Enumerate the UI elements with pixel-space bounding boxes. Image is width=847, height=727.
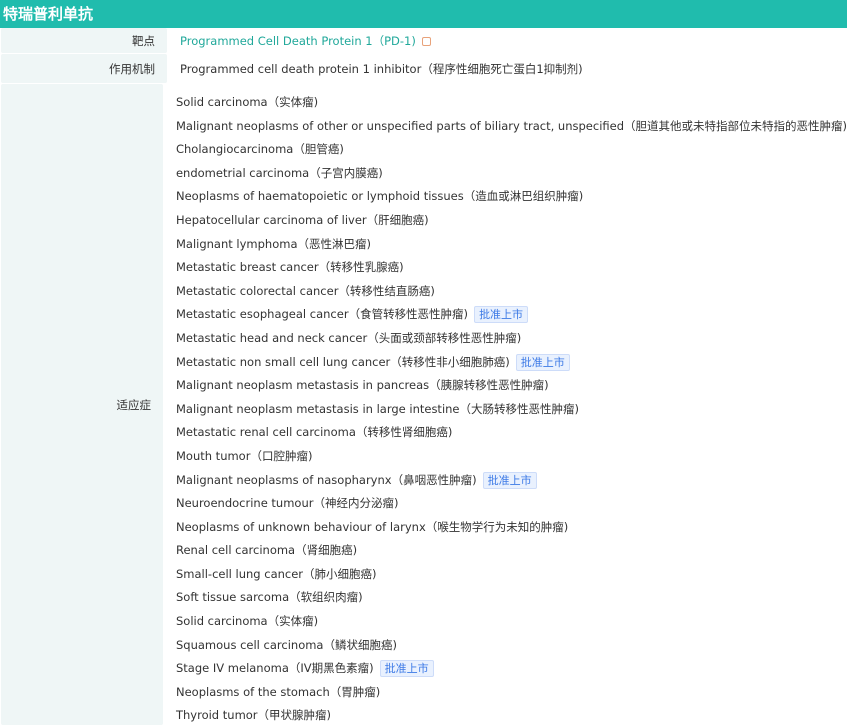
approved-badge: 批准上市 <box>515 353 570 371</box>
indication-text: Hepatocellular carcinoma of liver（肝细胞癌) <box>175 212 429 227</box>
indication-item: Hepatocellular carcinoma of liver（肝细胞癌) <box>176 209 847 233</box>
indication-item: Solid carcinoma（实体瘤) <box>176 610 847 634</box>
indication-text: endometrial carcinoma（子宫内膜癌) <box>175 165 383 180</box>
indication-item: Small-cell lung cancer（肺小细胞癌) <box>176 563 847 587</box>
indication-text: Malignant neoplasms of other or unspecif… <box>175 118 847 133</box>
indication-text: Squamous cell carcinoma（鳞状细胞癌) <box>175 637 397 652</box>
indication-text: Metastatic colorectal cancer（转移性结直肠癌) <box>175 283 435 298</box>
indication-item: Stage IV melanoma（IV期黑色素瘤) 批准上市 <box>176 657 847 681</box>
indication-text: Renal cell carcinoma（肾细胞癌) <box>175 543 358 558</box>
mechanism-value: Programmed cell death protein 1 inhibito… <box>180 61 583 76</box>
external-link-icon[interactable] <box>421 37 431 46</box>
approved-badge: 批准上市 <box>474 306 529 324</box>
indication-item: Malignant neoplasm metastasis in pancrea… <box>176 374 847 398</box>
indication-item: Metastatic head and neck cancer（头面或颈部转移性… <box>176 327 847 351</box>
indication-item: Neoplasms of unknown behaviour of larynx… <box>176 516 847 540</box>
indication-item: Metastatic renal cell carcinoma（转移性肾细胞癌) <box>176 421 847 445</box>
indication-item: Cholangiocarcinoma（胆管癌) <box>176 138 847 162</box>
mechanism-row: 作用机制 Programmed cell death protein 1 inh… <box>0 54 847 84</box>
indication-item: Metastatic non small cell lung cancer（转移… <box>176 351 847 375</box>
indication-item: Metastatic colorectal cancer（转移性结直肠癌) <box>176 280 847 304</box>
indication-item: endometrial carcinoma（子宫内膜癌) <box>176 162 847 186</box>
indication-item: Malignant lymphoma（恶性淋巴瘤) <box>176 233 847 257</box>
indication-item: Malignant neoplasms of other or unspecif… <box>176 115 847 139</box>
indication-text: Thyroid tumor（甲状腺肿瘤) <box>175 708 332 723</box>
indication-text: Metastatic head and neck cancer（头面或颈部转移性… <box>175 330 522 345</box>
indication-text: Malignant neoplasm metastasis in large i… <box>175 401 579 416</box>
indication-item: Malignant neoplasm metastasis in large i… <box>176 398 847 422</box>
indication-item: Metastatic breast cancer（转移性乳腺癌) <box>176 256 847 280</box>
indication-item: Solid carcinoma（实体瘤) <box>176 91 847 115</box>
indication-text: Metastatic breast cancer（转移性乳腺癌) <box>175 260 404 275</box>
indication-text: Neuroendocrine tumour（神经内分泌瘤) <box>175 496 399 511</box>
indication-text: Malignant lymphoma（恶性淋巴瘤) <box>175 236 371 251</box>
drug-title: 特瑞普利单抗 <box>0 0 847 28</box>
indication-text: Solid carcinoma（实体瘤) <box>175 614 319 629</box>
indication-item: Squamous cell carcinoma（鳞状细胞癌) <box>176 634 847 658</box>
target-link[interactable]: Programmed Cell Death Protein 1（PD-1) <box>180 33 416 49</box>
indication-item: Mouth tumor（口腔肿瘤) <box>176 445 847 469</box>
indication-text: Neoplasms of the stomach（胃肿瘤) <box>175 684 381 699</box>
indications-label: 适应症 <box>1 84 163 725</box>
approved-badge: 批准上市 <box>482 471 537 489</box>
mechanism-label: 作用机制 <box>1 54 167 83</box>
indication-text: Mouth tumor（口腔肿瘤) <box>175 448 313 463</box>
indications-row: 适应症 Solid carcinoma（实体瘤) Malignant neopla… <box>0 84 847 726</box>
indication-item: Neoplasms of haematopoietic or lymphoid … <box>176 185 847 209</box>
indication-text: Malignant neoplasms of nasopharynx（鼻咽恶性肿… <box>175 472 477 487</box>
indication-text: Metastatic renal cell carcinoma（转移性肾细胞癌) <box>175 425 453 440</box>
indication-text: Neoplasms of haematopoietic or lymphoid … <box>175 189 584 204</box>
target-row: 靶点 Programmed Cell Death Protein 1（PD-1) <box>0 28 847 54</box>
indication-text: Neoplasms of unknown behaviour of larynx… <box>175 519 569 534</box>
indication-item: Neuroendocrine tumour（神经内分泌瘤) <box>176 492 847 516</box>
indication-item: Metastatic esophageal cancer（食管转移性恶性肿瘤) 批… <box>176 303 847 327</box>
indication-text: Soft tissue sarcoma（软组织肉瘤) <box>175 590 363 605</box>
indication-item: Malignant neoplasms of nasopharynx（鼻咽恶性肿… <box>176 469 847 493</box>
indication-item: Soft tissue sarcoma（软组织肉瘤) <box>176 586 847 610</box>
indication-item: Thyroid tumor（甲状腺肿瘤) <box>175 704 847 725</box>
indication-item: Renal cell carcinoma（肾细胞癌) <box>176 539 847 563</box>
indication-text: Cholangiocarcinoma（胆管癌) <box>175 142 344 157</box>
indication-text: Malignant neoplasm metastasis in pancrea… <box>175 378 549 393</box>
indication-text: Solid carcinoma（实体瘤) <box>175 95 319 109</box>
indications-list: Solid carcinoma（实体瘤) Malignant neoplasms … <box>163 84 847 725</box>
approved-badge: 批准上市 <box>379 660 434 678</box>
indication-text: Small-cell lung cancer（肺小细胞癌) <box>175 566 377 581</box>
indication-text: Metastatic non small cell lung cancer（转移… <box>175 354 510 369</box>
target-label: 靶点 <box>1 28 167 53</box>
indication-item: Neoplasms of the stomach（胃肿瘤) <box>176 681 847 705</box>
indication-text: Stage IV melanoma（IV期黑色素瘤) <box>175 661 374 676</box>
indication-text: Metastatic esophageal cancer（食管转移性恶性肿瘤) <box>175 307 469 322</box>
